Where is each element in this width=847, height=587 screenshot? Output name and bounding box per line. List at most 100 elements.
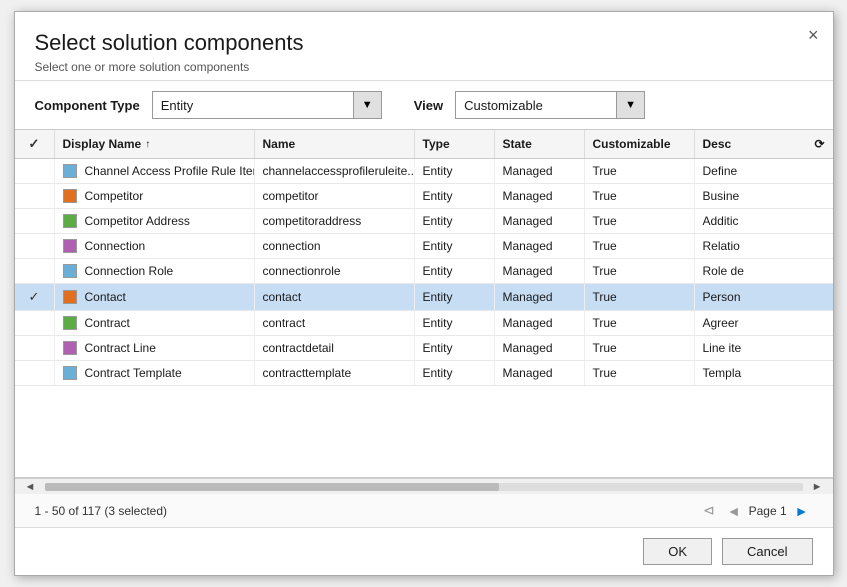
cancel-button[interactable]: Cancel xyxy=(722,538,812,565)
table-body: Channel Access Profile Rule Itemchannela… xyxy=(15,159,833,477)
row-type: Entity xyxy=(415,361,495,385)
component-type-select[interactable]: Entity ▼ xyxy=(152,91,382,119)
row-entity-icon xyxy=(63,366,77,380)
row-entity-icon xyxy=(63,189,77,203)
table-row[interactable]: ✓ContactcontactEntityManagedTruePerson xyxy=(15,284,833,311)
row-customizable: True xyxy=(585,159,695,183)
row-desc: Templa xyxy=(695,361,833,385)
row-state: Managed xyxy=(495,361,585,385)
table-row[interactable]: CompetitorcompetitorEntityManagedTrueBus… xyxy=(15,184,833,209)
row-name: connectionrole xyxy=(255,259,415,283)
view-select[interactable]: Customizable ▼ xyxy=(455,91,645,119)
row-state: Managed xyxy=(495,184,585,208)
row-name: competitoraddress xyxy=(255,209,415,233)
dialog-subtitle: Select one or more solution components xyxy=(35,60,813,74)
col-name[interactable]: Name xyxy=(255,130,415,158)
row-desc: Agreer xyxy=(695,311,833,335)
row-desc: Line ite xyxy=(695,336,833,360)
pagination: ⊲ ◄ Page 1 ► xyxy=(699,500,813,521)
row-state: Managed xyxy=(495,284,585,310)
row-entity-icon xyxy=(63,290,77,304)
close-button[interactable]: × xyxy=(808,26,819,44)
row-display-name: Channel Access Profile Rule Item xyxy=(55,159,255,183)
row-name: channelaccessprofileruleite... xyxy=(255,159,415,183)
row-customizable: True xyxy=(585,259,695,283)
table-row[interactable]: Contract TemplatecontracttemplateEntityM… xyxy=(15,361,833,386)
table-row[interactable]: Channel Access Profile Rule Itemchannela… xyxy=(15,159,833,184)
row-check[interactable] xyxy=(15,259,55,283)
component-type-label: Component Type xyxy=(35,98,140,113)
row-desc: Define xyxy=(695,159,833,183)
row-type: Entity xyxy=(415,234,495,258)
row-check[interactable] xyxy=(15,184,55,208)
row-check[interactable] xyxy=(15,234,55,258)
row-display-name: Contract Template xyxy=(55,361,255,385)
row-entity-icon xyxy=(63,264,77,278)
row-name: connection xyxy=(255,234,415,258)
row-state: Managed xyxy=(495,336,585,360)
record-count: 1 - 50 of 117 (3 selected) xyxy=(35,504,168,518)
row-type: Entity xyxy=(415,209,495,233)
row-entity-icon xyxy=(63,316,77,330)
row-customizable: True xyxy=(585,336,695,360)
row-name: competitor xyxy=(255,184,415,208)
first-page-button[interactable]: ⊲ xyxy=(699,500,719,521)
scroll-track[interactable] xyxy=(45,483,803,491)
component-type-value: Entity xyxy=(153,98,353,113)
view-label: View xyxy=(414,98,443,113)
row-check[interactable] xyxy=(15,361,55,385)
ok-button[interactable]: OK xyxy=(643,538,712,565)
row-name: contact xyxy=(255,284,415,310)
scroll-left-icon[interactable]: ◄ xyxy=(25,481,36,493)
row-desc: Busine xyxy=(695,184,833,208)
row-display-name: Connection xyxy=(55,234,255,258)
row-check[interactable] xyxy=(15,209,55,233)
select-solution-dialog: Select solution components Select one or… xyxy=(14,11,834,576)
row-state: Managed xyxy=(495,259,585,283)
row-customizable: True xyxy=(585,234,695,258)
row-display-name: Contact xyxy=(55,284,255,310)
row-check[interactable]: ✓ xyxy=(15,284,55,310)
col-display-name[interactable]: Display Name ↑ xyxy=(55,130,255,158)
refresh-icon[interactable]: ⟳ xyxy=(814,137,824,151)
table-header: ✓ Display Name ↑ Name Type State Customi… xyxy=(15,130,833,159)
col-customizable[interactable]: Customizable xyxy=(585,130,695,158)
row-display-name: Contract Line xyxy=(55,336,255,360)
row-state: Managed xyxy=(495,311,585,335)
horizontal-scrollbar[interactable]: ◄ ► xyxy=(15,478,833,494)
row-customizable: True xyxy=(585,361,695,385)
row-check[interactable] xyxy=(15,159,55,183)
table-row[interactable]: Connection RoleconnectionroleEntityManag… xyxy=(15,259,833,284)
row-state: Managed xyxy=(495,159,585,183)
row-customizable: True xyxy=(585,184,695,208)
prev-page-button[interactable]: ◄ xyxy=(723,501,745,521)
col-desc[interactable]: Desc ⟳ xyxy=(695,130,833,158)
row-type: Entity xyxy=(415,184,495,208)
scroll-thumb[interactable] xyxy=(45,483,500,491)
row-type: Entity xyxy=(415,284,495,310)
table-container: ✓ Display Name ↑ Name Type State Customi… xyxy=(15,130,833,478)
row-type: Entity xyxy=(415,259,495,283)
row-entity-icon xyxy=(63,341,77,355)
row-type: Entity xyxy=(415,336,495,360)
component-type-dropdown-icon[interactable]: ▼ xyxy=(353,92,381,118)
row-display-name: Contract xyxy=(55,311,255,335)
row-state: Managed xyxy=(495,234,585,258)
col-state[interactable]: State xyxy=(495,130,585,158)
col-type[interactable]: Type xyxy=(415,130,495,158)
row-entity-icon xyxy=(63,214,77,228)
table-row[interactable]: Contract LinecontractdetailEntityManaged… xyxy=(15,336,833,361)
table-row[interactable]: ConnectionconnectionEntityManagedTrueRel… xyxy=(15,234,833,259)
next-page-button[interactable]: ► xyxy=(791,501,813,521)
row-check[interactable] xyxy=(15,336,55,360)
table-row[interactable]: Competitor AddresscompetitoraddressEntit… xyxy=(15,209,833,234)
row-desc: Additic xyxy=(695,209,833,233)
row-display-name: Competitor Address xyxy=(55,209,255,233)
table-row[interactable]: ContractcontractEntityManagedTrueAgreer xyxy=(15,311,833,336)
scroll-right-icon[interactable]: ► xyxy=(812,481,823,493)
view-dropdown-icon[interactable]: ▼ xyxy=(616,92,644,118)
row-check[interactable] xyxy=(15,311,55,335)
row-name: contract xyxy=(255,311,415,335)
row-display-name: Competitor xyxy=(55,184,255,208)
dialog-actions: OK Cancel xyxy=(15,528,833,575)
